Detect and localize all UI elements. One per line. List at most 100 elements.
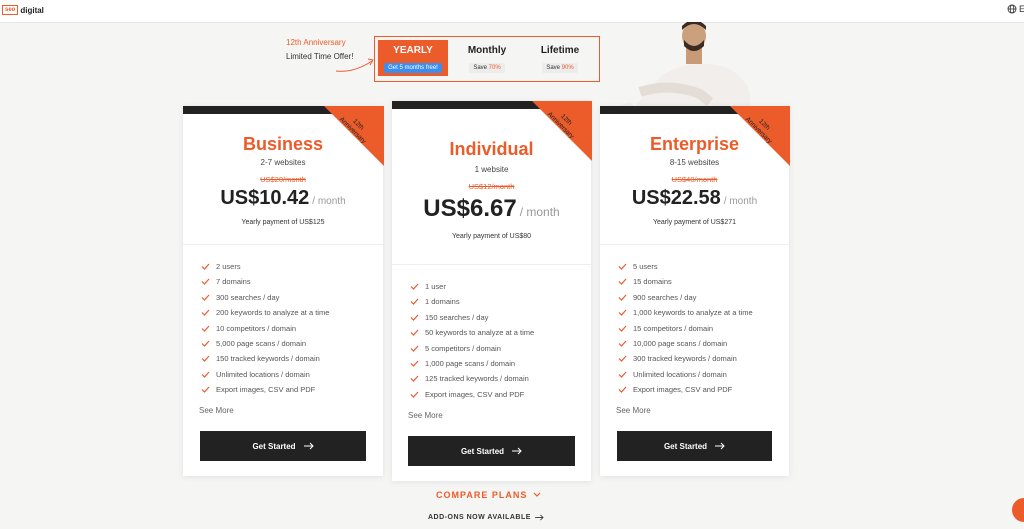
- feature-label: 150 searches / day: [425, 312, 489, 322]
- language-selector[interactable]: E: [1007, 4, 1024, 14]
- check-icon: [410, 360, 419, 367]
- check-icon: [201, 371, 210, 378]
- old-price: US$12/month: [468, 182, 515, 191]
- check-icon: [410, 329, 419, 337]
- feature-item: 15 domains: [618, 277, 672, 286]
- feature-item: 5,000 page scans / domain: [201, 339, 306, 348]
- plan-sites: 8-15 websites: [669, 158, 720, 167]
- feature-label: Unlimited locations / domain: [633, 369, 727, 379]
- plan-sites: 1 website: [474, 165, 509, 174]
- get-started-button[interactable]: Get Started: [617, 431, 772, 461]
- check-icon: [201, 309, 210, 317]
- offer-title: 12th Anniversary: [286, 38, 346, 47]
- get-started-button[interactable]: Get Started: [200, 431, 366, 461]
- check-icon: [410, 298, 419, 306]
- plan-price: US$6.67/ month: [423, 195, 560, 222]
- billing-badge: Save 70%: [469, 63, 505, 73]
- billing-badge: Save 90%: [542, 63, 578, 73]
- feature-label: Unlimited locations / domain: [216, 369, 310, 379]
- brand-logo[interactable]: seo digital: [2, 5, 44, 15]
- old-price: US$20/month: [260, 175, 306, 184]
- feature-label: 7 domains: [216, 277, 251, 287]
- plan-card-business: 12th Anniversary Business 2-7 websites US…: [183, 106, 384, 476]
- compare-plans-label: COMPARE PLANS: [436, 490, 528, 500]
- feature-label: Export images, CSV and PDF: [425, 389, 525, 399]
- feature-label: 1 domains: [425, 297, 460, 307]
- see-more-link[interactable]: See More: [408, 411, 443, 420]
- feature-label: Export images, CSV and PDF: [216, 385, 316, 395]
- feature-item: 125 tracked keywords / domain: [410, 374, 529, 383]
- yearly-payment: Yearly payment of US$80: [451, 233, 532, 240]
- feature-item: 50 keywords to analyze at a time: [410, 328, 534, 337]
- check-icon: [201, 340, 210, 347]
- check-icon: [618, 371, 627, 378]
- language-label: E: [1019, 4, 1024, 14]
- check-icon: [618, 278, 627, 286]
- feature-item: Export images, CSV and PDF: [410, 390, 524, 399]
- feature-item: 1,000 page scans / domain: [410, 359, 515, 368]
- check-icon: [618, 263, 627, 270]
- curved-arrow-icon: [335, 58, 374, 72]
- arrow-right-icon: [715, 442, 725, 450]
- plan-card-individual: 12th Anniversary Individual 1 website US$…: [392, 101, 592, 481]
- feature-item: Unlimited locations / domain: [618, 370, 727, 379]
- logo-mark: seo: [2, 5, 19, 15]
- check-icon: [410, 314, 419, 321]
- check-icon: [201, 386, 210, 394]
- see-more-link[interactable]: See More: [616, 406, 651, 415]
- plan-name: Individual: [449, 139, 534, 159]
- feature-label: 15 competitors / domain: [633, 323, 714, 333]
- billing-badge: Get 5 months free!: [384, 63, 442, 73]
- billing-period-toggle: YEARLY Get 5 months free! Monthly Save 7…: [374, 36, 600, 82]
- globe-icon: [1007, 4, 1017, 14]
- billing-option-label: Lifetime: [540, 45, 580, 56]
- logo-text: digital: [20, 5, 44, 15]
- billing-option-yearly[interactable]: YEARLY Get 5 months free!: [378, 40, 448, 76]
- check-icon: [201, 263, 210, 270]
- feature-label: 125 tracked keywords / domain: [425, 374, 529, 384]
- addons-link[interactable]: ADD-ONS NOW AVAILABLE: [428, 514, 544, 521]
- check-icon: [618, 309, 627, 317]
- billing-option-lifetime[interactable]: Lifetime Save 90%: [525, 40, 595, 76]
- feature-item: Export images, CSV and PDF: [618, 385, 732, 394]
- feature-label: 5,000 page scans / domain: [216, 339, 307, 348]
- feature-item: 2 users: [201, 262, 241, 271]
- feature-item: 300 tracked keywords / domain: [618, 354, 737, 363]
- feature-item: 1,000 keywords to analyze at a time: [618, 308, 753, 317]
- arrow-right-icon: [303, 442, 314, 450]
- yearly-payment: Yearly payment of US$271: [652, 219, 736, 226]
- compare-plans-link[interactable]: COMPARE PLANS: [436, 490, 541, 500]
- feature-item: 150 tracked keywords / domain: [201, 354, 320, 363]
- plan-price: US$22.58/ month: [631, 187, 758, 209]
- feature-label: 150 tracked keywords / domain: [216, 354, 320, 364]
- feature-item: 1 user: [410, 282, 446, 291]
- feature-item: 7 domains: [201, 277, 251, 286]
- check-icon: [410, 375, 419, 383]
- card-divider: [600, 244, 789, 245]
- check-icon: [201, 325, 210, 332]
- check-icon: [618, 355, 627, 363]
- plan-card-enterprise: 12th Anniversary Enterprise 8-15 websites…: [600, 106, 790, 476]
- plan-sites: 2-7 websites: [260, 158, 306, 167]
- billing-option-label: YEARLY: [393, 45, 433, 56]
- feature-item: 10 competitors / domain: [201, 324, 296, 333]
- check-icon: [410, 345, 419, 352]
- top-navigation-bar: seo digital E: [0, 0, 1024, 23]
- billing-option-label: Monthly: [467, 45, 507, 56]
- chat-widget-button[interactable]: [1012, 498, 1024, 522]
- get-started-button[interactable]: Get Started: [408, 436, 575, 466]
- feature-item: 150 searches / day: [410, 313, 488, 322]
- feature-label: 2 users: [216, 262, 241, 271]
- billing-option-monthly[interactable]: Monthly Save 70%: [452, 40, 522, 76]
- feature-item: 15 competitors / domain: [618, 324, 713, 333]
- feature-item: 5 competitors / domain: [410, 344, 501, 353]
- plan-name: Business: [242, 134, 324, 154]
- feature-label: 10,000 page scans / domain: [633, 339, 728, 348]
- see-more-link[interactable]: See More: [199, 406, 234, 415]
- feature-label: 5 competitors / domain: [425, 343, 501, 353]
- feature-label: 300 searches / day: [216, 292, 280, 302]
- feature-label: 300 tracked keywords / domain: [633, 354, 737, 364]
- feature-item: 300 searches / day: [201, 293, 279, 302]
- feature-item: Unlimited locations / domain: [201, 370, 310, 379]
- feature-label: 1 user: [425, 282, 446, 291]
